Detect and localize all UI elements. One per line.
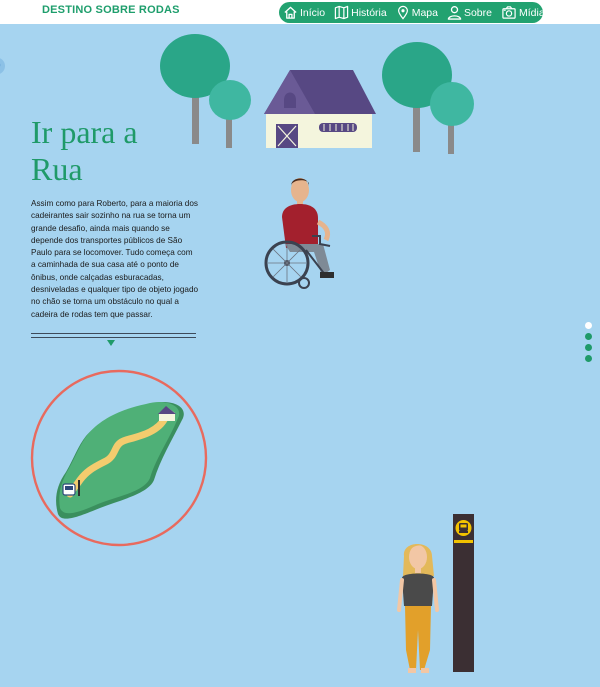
bus-stop-sign-illustration bbox=[453, 514, 474, 672]
page-title: Ir para a Rua bbox=[31, 114, 201, 188]
house-illustration bbox=[264, 70, 376, 148]
pagination-dot-4[interactable] bbox=[585, 355, 592, 362]
woman-illustration bbox=[397, 544, 439, 673]
trees-right-illustration bbox=[382, 42, 474, 154]
page-title-line1: Ir para a bbox=[31, 114, 138, 150]
section-pagination bbox=[585, 322, 593, 366]
pagination-dot-3[interactable] bbox=[585, 344, 592, 351]
scroll-down-arrow-icon[interactable] bbox=[107, 340, 115, 346]
pagination-dot-1[interactable] bbox=[585, 322, 592, 329]
wheelchair-user-illustration bbox=[264, 178, 334, 289]
story-paragraph: Assim como para Roberto, para a maioria … bbox=[31, 199, 199, 319]
route-map-illustration bbox=[30, 369, 208, 547]
pagination-dot-2[interactable] bbox=[585, 333, 592, 340]
scene-illustration bbox=[30, 34, 474, 673]
page-title-line2: Rua bbox=[31, 151, 83, 187]
section-divider bbox=[31, 333, 196, 338]
